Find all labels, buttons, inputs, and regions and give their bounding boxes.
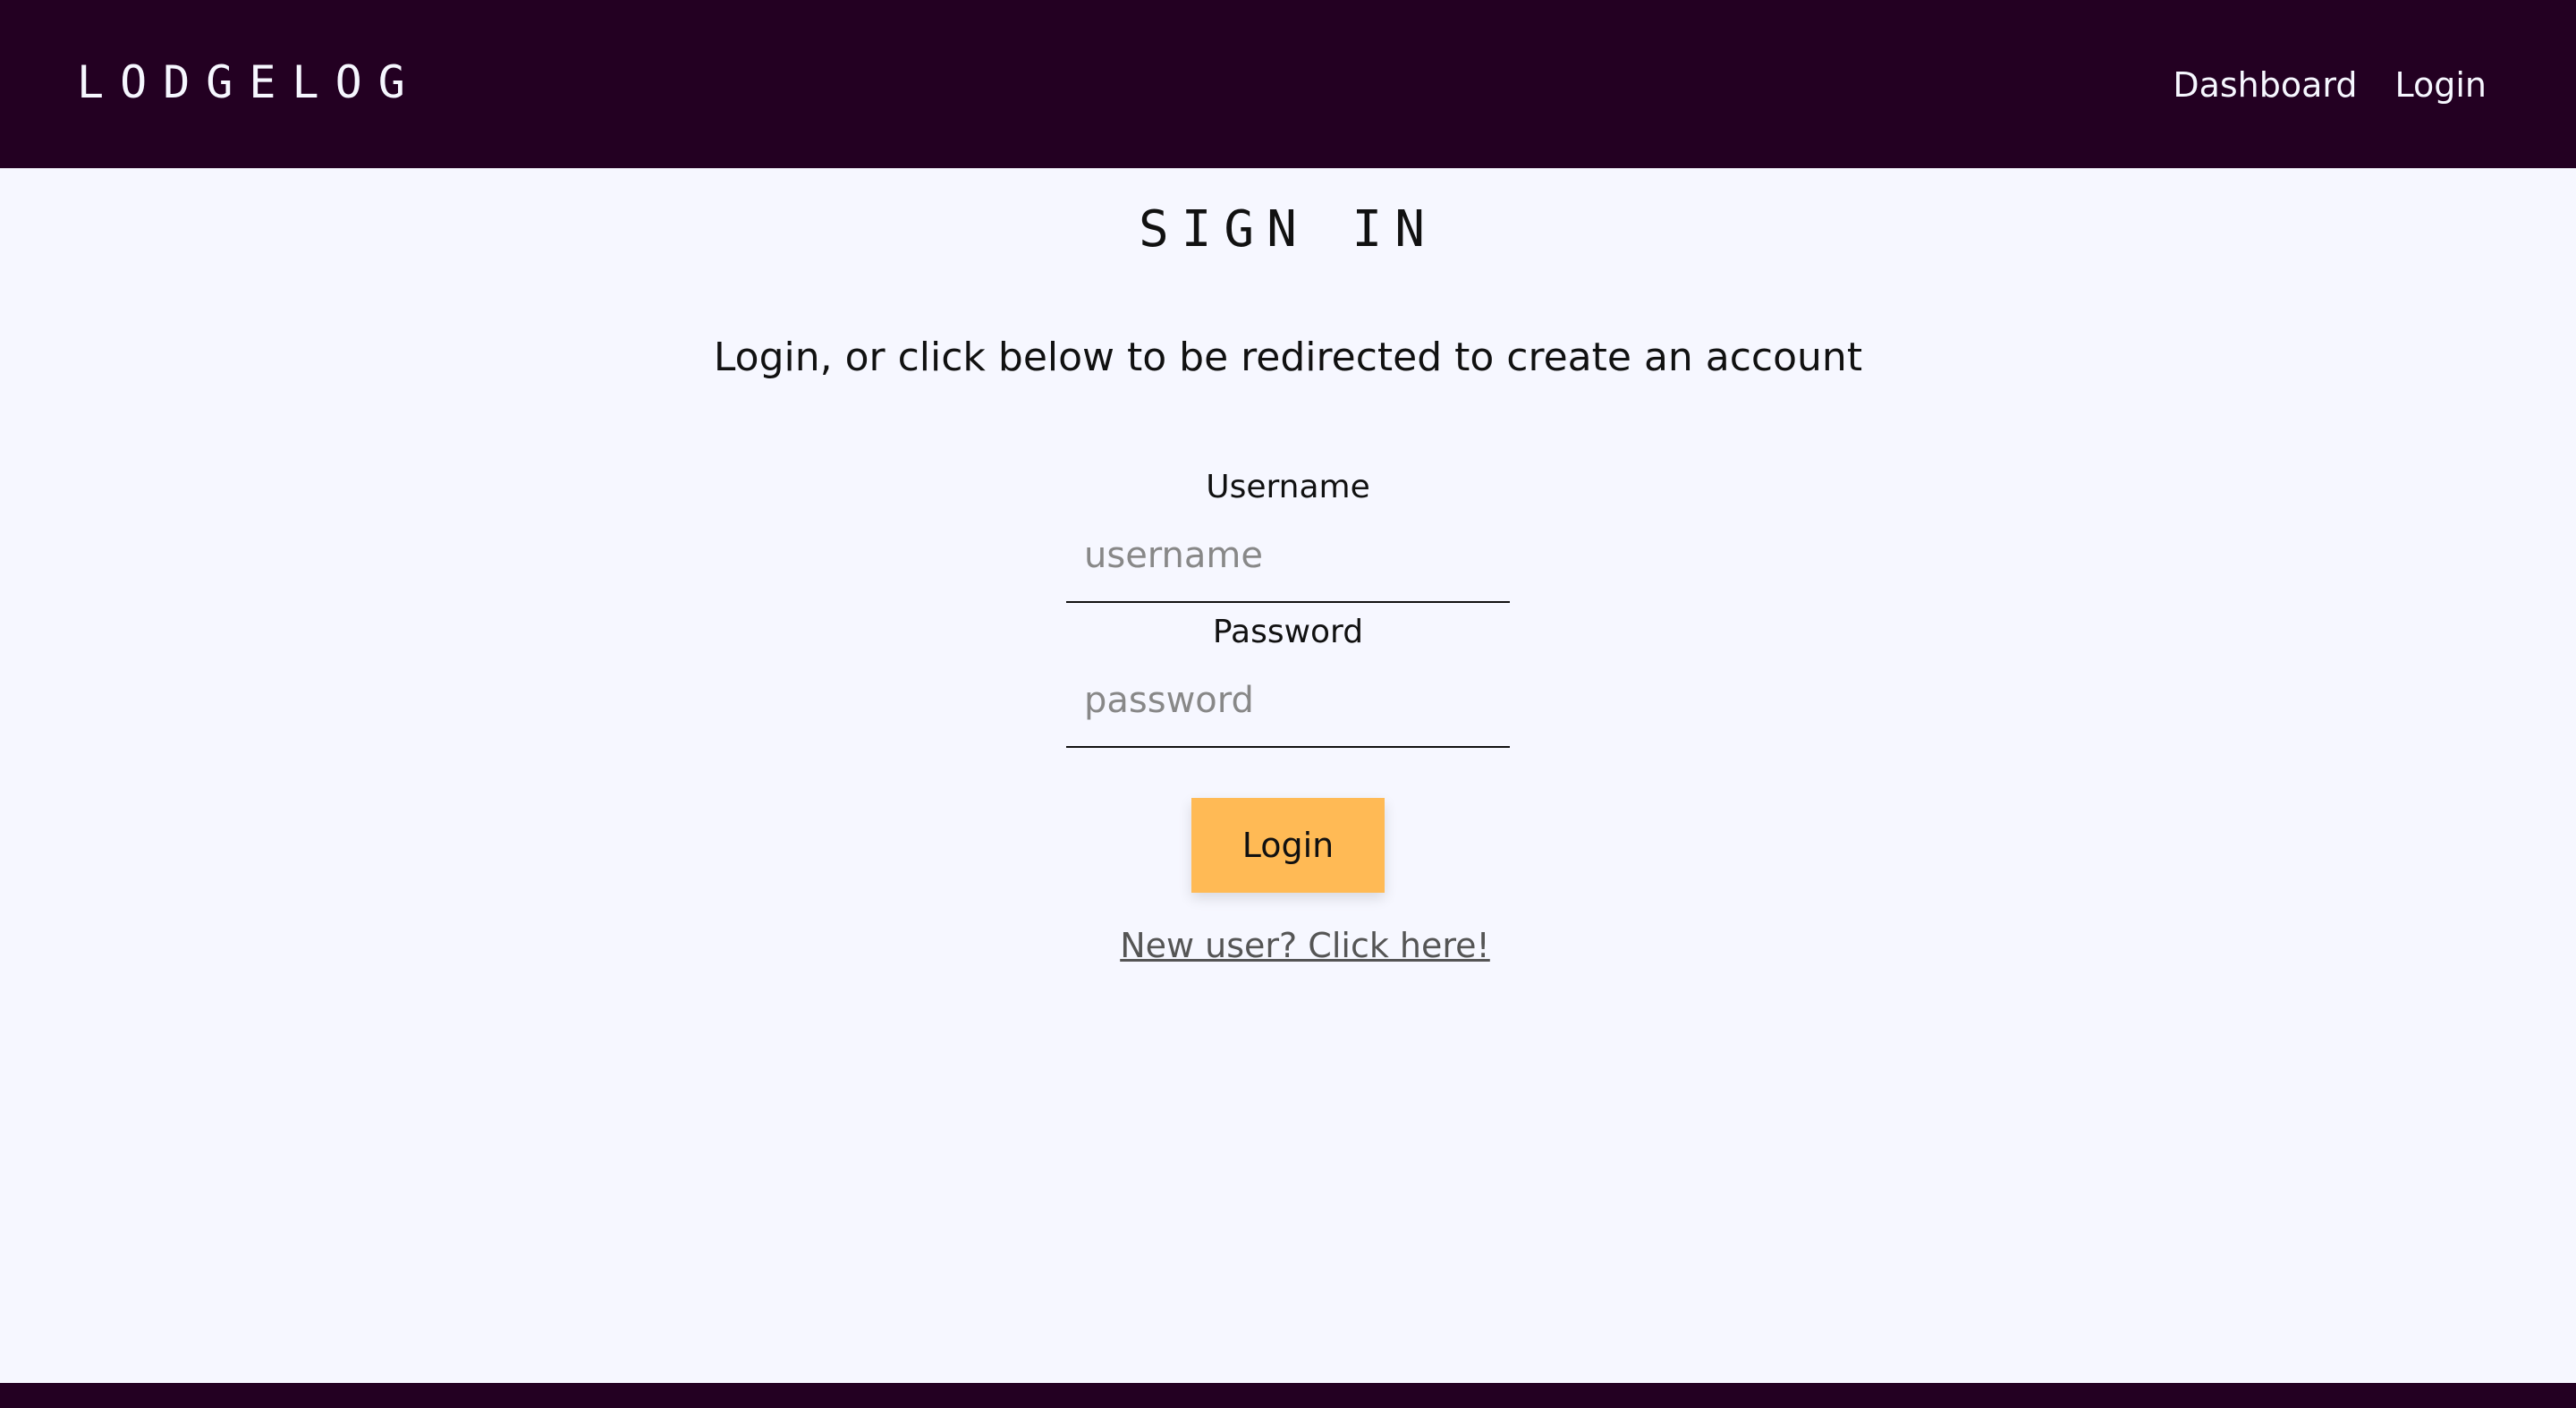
page-subtitle: Login, or click below to be redirected t… [713,335,1863,380]
nav-links: Dashboard Login [2173,63,2487,107]
signup-link-container: New user? Click here! [0,923,2576,968]
footer-bar [0,1383,2576,1408]
password-input[interactable] [1066,655,1510,748]
login-form: Username Password Login [1066,465,1510,893]
username-label: Username [1206,469,1370,505]
username-input[interactable] [1066,510,1510,603]
signup-link[interactable]: New user? Click here! [1120,926,1490,965]
nav-link-dashboard[interactable]: Dashboard [2173,63,2357,107]
brand-logo[interactable]: LODGELOG [77,55,421,109]
login-submit-button[interactable]: Login [1191,798,1385,893]
top-navbar: LODGELOG Dashboard Login [0,0,2576,168]
password-label: Password [1212,614,1364,650]
page-title: SIGN IN [1138,200,1437,259]
nav-link-login[interactable]: Login [2394,63,2487,107]
